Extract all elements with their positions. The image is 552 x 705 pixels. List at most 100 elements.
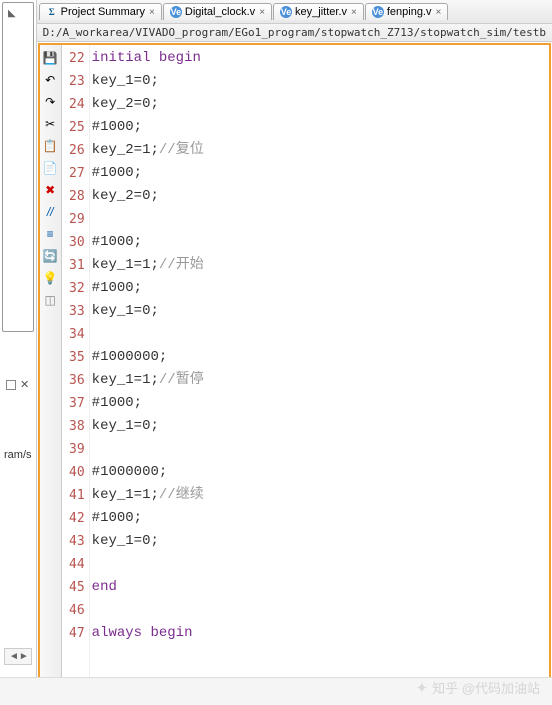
code-line: #1000; xyxy=(92,277,549,300)
maximize-icon[interactable] xyxy=(6,380,16,390)
code-line: #1000; xyxy=(92,392,549,415)
delete-icon[interactable]: ✖ xyxy=(41,181,59,199)
file-path-bar: D:/A_workarea/VIVADO_program/EGo1_progra… xyxy=(37,24,552,42)
tab-close-icon[interactable]: × xyxy=(351,7,357,18)
left-panel-controls: ✕ xyxy=(2,374,34,395)
code-line: key_1=0; xyxy=(92,530,549,553)
code-line: #1000; xyxy=(92,231,549,254)
line-number: 22 xyxy=(62,47,85,70)
line-number: 25 xyxy=(62,116,85,139)
line-number: 37 xyxy=(62,392,85,415)
copy-icon[interactable]: 📋 xyxy=(41,137,59,155)
line-number: 41 xyxy=(62,484,85,507)
tab-label: Project Summary xyxy=(61,6,145,18)
code-line: initial begin xyxy=(92,47,549,70)
tab-label: Digital_clock.v xyxy=(185,6,255,18)
line-number: 27 xyxy=(62,162,85,185)
close-icon[interactable]: ✕ xyxy=(20,378,29,391)
bulb-icon[interactable]: 💡 xyxy=(41,269,59,287)
arrow-right-icon[interactable]: ► xyxy=(19,651,29,662)
line-number: 46 xyxy=(62,599,85,622)
tab-project-summary[interactable]: ΣProject Summary × xyxy=(39,3,162,20)
left-panel-inner: ◣ xyxy=(2,2,34,332)
code-text-area[interactable]: initial beginkey_1=0;key_2=0;#1000;key_2… xyxy=(90,45,549,702)
line-number: 30 xyxy=(62,231,85,254)
format-icon[interactable]: ≡ xyxy=(41,225,59,243)
verilog-icon: Ve xyxy=(372,6,384,18)
line-number: 29 xyxy=(62,208,85,231)
code-line: key_1=1;//暂停 xyxy=(92,369,549,392)
line-number: 34 xyxy=(62,323,85,346)
code-line: #1000; xyxy=(92,116,549,139)
tab-close-icon[interactable]: × xyxy=(436,7,442,18)
left-side-panel: ◣ ✕ ram/s ◄ ► xyxy=(0,0,37,705)
save-icon[interactable]: 💾 xyxy=(41,49,59,67)
line-number: 28 xyxy=(62,185,85,208)
editor-vertical-toolbar: 💾 ↶ ↷ ✂ 📋 📄 ✖ // ≡ 🔄 💡 ◫ xyxy=(40,45,62,702)
refresh-icon[interactable]: 🔄 xyxy=(41,247,59,265)
line-number: 38 xyxy=(62,415,85,438)
sigma-icon: Σ xyxy=(46,6,58,18)
code-line: key_1=1;//开始 xyxy=(92,254,549,277)
line-number: 35 xyxy=(62,346,85,369)
code-line xyxy=(92,438,549,461)
code-line: #1000; xyxy=(92,162,549,185)
tab-digital_clock-v[interactable]: VeDigital_clock.v × xyxy=(163,3,272,20)
nav-arrow-bar: ◄ ► xyxy=(4,648,32,665)
code-line: key_2=0; xyxy=(92,185,549,208)
code-line: key_2=1;//复位 xyxy=(92,139,549,162)
code-line: key_1=0; xyxy=(92,415,549,438)
line-number: 33 xyxy=(62,300,85,323)
line-number: 44 xyxy=(62,553,85,576)
collapse-arrow-icon[interactable]: ◣ xyxy=(8,8,16,19)
comment-icon[interactable]: // xyxy=(41,203,59,221)
template-icon[interactable]: ◫ xyxy=(41,291,59,309)
code-line xyxy=(92,553,549,576)
editor-body: 💾 ↶ ↷ ✂ 📋 📄 ✖ // ≡ 🔄 💡 ◫ 222324252627282… xyxy=(38,43,551,704)
line-number: 23 xyxy=(62,70,85,93)
code-line: #1000000; xyxy=(92,346,549,369)
paste-icon[interactable]: 📄 xyxy=(41,159,59,177)
code-line xyxy=(92,323,549,346)
tab-label: key_jitter.v xyxy=(295,6,347,18)
line-number: 36 xyxy=(62,369,85,392)
tab-key_jitter-v[interactable]: Vekey_jitter.v × xyxy=(273,3,364,20)
code-line xyxy=(92,599,549,622)
cut-icon[interactable]: ✂ xyxy=(41,115,59,133)
code-line: always begin xyxy=(92,622,549,645)
line-number: 43 xyxy=(62,530,85,553)
tab-fenping-v[interactable]: Vefenping.v × xyxy=(365,3,449,20)
watermark: ✦ 知乎 @代码加油站 xyxy=(416,678,540,697)
tab-bar: ΣProject Summary×VeDigital_clock.v×Vekey… xyxy=(37,0,552,24)
tab-close-icon[interactable]: × xyxy=(259,7,265,18)
code-line: #1000; xyxy=(92,507,549,530)
watermark-text: 知乎 @代码加油站 xyxy=(432,678,540,697)
code-line: key_1=0; xyxy=(92,70,549,93)
line-number: 45 xyxy=(62,576,85,599)
line-number: 40 xyxy=(62,461,85,484)
line-number-gutter: 2223242526272829303132333435363738394041… xyxy=(62,45,90,702)
tab-close-icon[interactable]: × xyxy=(149,7,155,18)
editor-area: ΣProject Summary×VeDigital_clock.v×Vekey… xyxy=(37,0,552,705)
line-number: 31 xyxy=(62,254,85,277)
code-line: key_1=0; xyxy=(92,300,549,323)
code-line: key_1=1;//继续 xyxy=(92,484,549,507)
line-number: 32 xyxy=(62,277,85,300)
code-line: #1000000; xyxy=(92,461,549,484)
verilog-icon: Ve xyxy=(280,6,292,18)
line-number: 47 xyxy=(62,622,85,645)
code-line xyxy=(92,208,549,231)
verilog-icon: Ve xyxy=(170,6,182,18)
arrow-left-icon[interactable]: ◄ xyxy=(9,651,19,662)
line-number: 26 xyxy=(62,139,85,162)
line-number: 39 xyxy=(62,438,85,461)
line-number: 24 xyxy=(62,93,85,116)
tab-label: fenping.v xyxy=(387,6,432,18)
zhihu-logo-icon: ✦ xyxy=(416,679,429,697)
code-line: end xyxy=(92,576,549,599)
left-truncated-text: ram/s xyxy=(2,445,34,465)
line-number: 42 xyxy=(62,507,85,530)
undo-icon[interactable]: ↶ xyxy=(41,71,59,89)
code-line: key_2=0; xyxy=(92,93,549,116)
redo-icon[interactable]: ↷ xyxy=(41,93,59,111)
